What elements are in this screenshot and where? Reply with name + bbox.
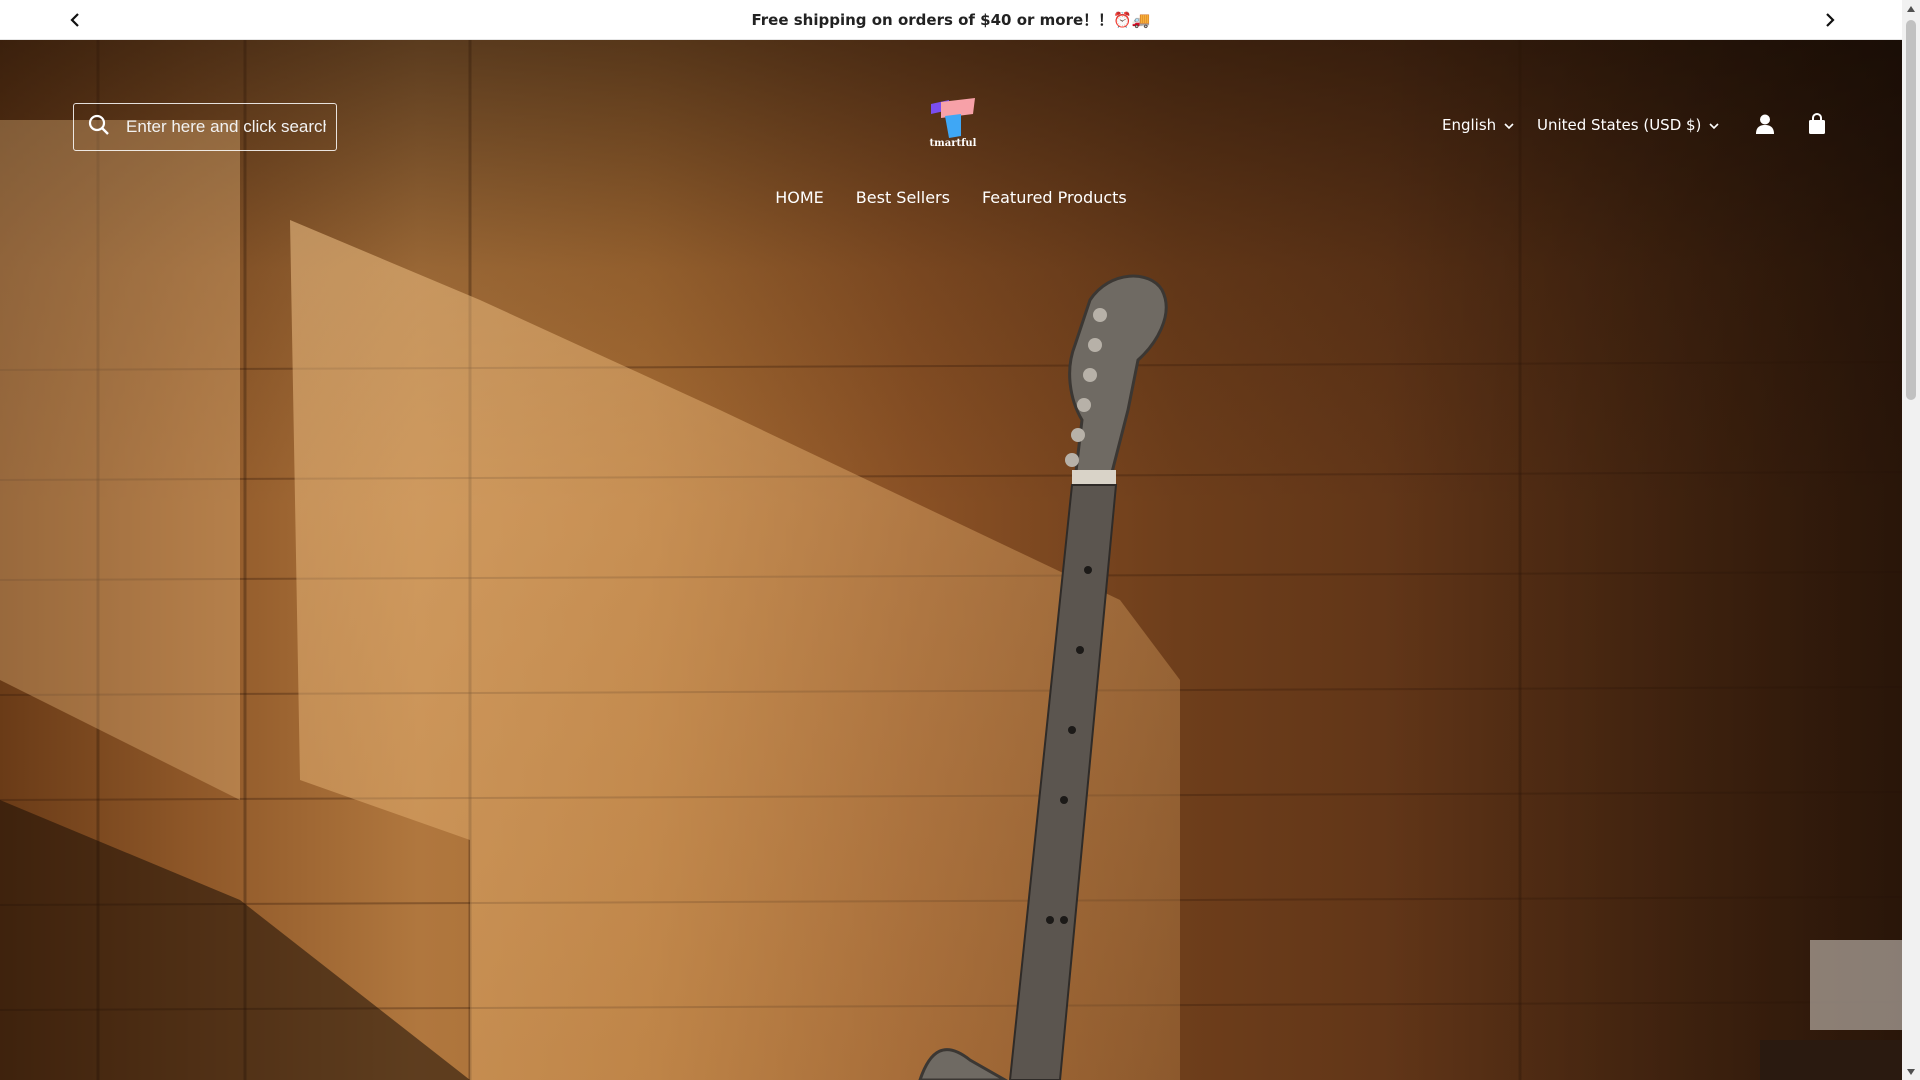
logo-icon <box>931 98 975 138</box>
chevron-down-icon <box>1504 116 1514 134</box>
search-box[interactable] <box>73 103 337 151</box>
language-label: English <box>1442 116 1497 134</box>
scrollbar-thumb[interactable] <box>1906 20 1916 400</box>
nav-item-best-sellers[interactable]: Best Sellers <box>856 188 950 207</box>
nav-item-home[interactable]: HOME <box>775 188 824 207</box>
scroll-up-arrow-icon[interactable] <box>1902 0 1920 17</box>
chevron-left-icon[interactable] <box>63 8 87 32</box>
chevron-down-icon <box>1709 116 1719 134</box>
search-input[interactable] <box>126 117 326 137</box>
country-selector[interactable]: United States (USD $) <box>1537 116 1719 134</box>
search-icon[interactable] <box>88 114 110 140</box>
page-scrollbar[interactable] <box>1902 0 1920 1080</box>
store-logo[interactable]: tmartful <box>925 96 981 152</box>
shopping-bag-icon[interactable] <box>1806 112 1832 139</box>
announcement-bar: Free shipping on orders of $40 or more！！… <box>0 0 1902 40</box>
country-label: United States (USD $) <box>1537 116 1702 134</box>
user-icon[interactable] <box>1754 113 1780 139</box>
chevron-right-icon[interactable] <box>1818 8 1842 32</box>
announcement-text: Free shipping on orders of $40 or more！！… <box>751 11 1151 29</box>
language-selector[interactable]: English <box>1442 116 1514 134</box>
hero-banner: tmartful English United States (USD $) H… <box>0 40 1902 1080</box>
scroll-down-arrow-icon[interactable] <box>1902 1063 1920 1080</box>
guitar-image <box>918 274 1168 1080</box>
main-nav: HOME Best Sellers Featured Products <box>0 188 1902 207</box>
nav-item-featured-products[interactable]: Featured Products <box>982 188 1127 207</box>
logo-text: tmartful <box>929 138 977 149</box>
